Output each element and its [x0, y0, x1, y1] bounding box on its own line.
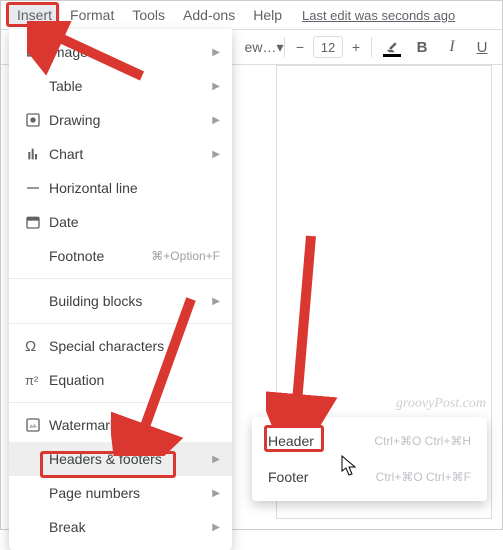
toolbar-separator	[371, 37, 372, 57]
italic-button[interactable]: I	[438, 33, 466, 61]
font-size-plus[interactable]: +	[347, 39, 365, 55]
chevron-right-icon: ▶	[212, 81, 220, 92]
menu-item-equation[interactable]: π² Equation	[9, 363, 232, 397]
menu-item-footnote[interactable]: Footnote ⌘+Option+F	[9, 239, 232, 273]
headers-footers-submenu: Header Ctrl+⌘O Ctrl+⌘H Footer Ctrl+⌘O Ct…	[252, 417, 487, 501]
font-size-value[interactable]: 12	[313, 36, 343, 58]
style-dropdown[interactable]: ew… ▾	[250, 33, 278, 61]
chevron-right-icon: ▶	[212, 115, 220, 126]
submenu-item-header[interactable]: Header Ctrl+⌘O Ctrl+⌘H	[252, 423, 487, 459]
chevron-right-icon: ▶	[212, 488, 220, 499]
menu-tools[interactable]: Tools	[124, 3, 173, 27]
watermark-label: groovyPost.com	[396, 396, 486, 412]
menu-addons[interactable]: Add-ons	[175, 3, 243, 27]
mouse-cursor-icon	[341, 455, 359, 480]
toolbar-separator	[284, 37, 285, 57]
menu-item-page-numbers[interactable]: Page numbers ▶	[9, 476, 232, 510]
drawing-icon	[25, 112, 49, 128]
menu-separator	[9, 323, 232, 324]
chevron-right-icon: ▶	[212, 149, 220, 160]
chevron-right-icon: ▶	[212, 454, 220, 465]
bold-button[interactable]: B	[408, 33, 436, 61]
last-edit-label[interactable]: Last edit was seconds ago	[302, 8, 455, 23]
menu-separator	[9, 278, 232, 279]
menu-item-watermark[interactable]: Watermark	[9, 408, 232, 442]
underline-button[interactable]: U	[468, 33, 496, 61]
submenu-item-footer[interactable]: Footer Ctrl+⌘O Ctrl+⌘F	[252, 459, 487, 495]
menu-item-building-blocks[interactable]: Building blocks ▶	[9, 284, 232, 318]
chevron-right-icon: ▶	[212, 47, 220, 58]
menu-separator	[9, 402, 232, 403]
menu-bar: Insert Format Tools Add-ons Help Last ed…	[1, 1, 502, 29]
image-icon	[25, 44, 49, 60]
menu-item-image[interactable]: Image ▶	[9, 35, 232, 69]
watermark-icon	[25, 417, 49, 433]
insert-menu-dropdown: Image ▶ Table ▶ Drawing ▶ Chart ▶ Horizo…	[9, 29, 232, 550]
menu-item-date[interactable]: Date	[9, 205, 232, 239]
chevron-right-icon: ▶	[212, 522, 220, 533]
highlight-icon	[385, 40, 399, 54]
menu-insert[interactable]: Insert	[9, 3, 60, 27]
date-icon	[25, 214, 49, 230]
font-size-control[interactable]: − 12 +	[291, 36, 365, 58]
chevron-right-icon: ▶	[212, 296, 220, 307]
menu-item-drawing[interactable]: Drawing ▶	[9, 103, 232, 137]
menu-item-horizontal-line[interactable]: Horizontal line	[9, 171, 232, 205]
menu-help[interactable]: Help	[245, 3, 290, 27]
chart-icon	[25, 146, 49, 162]
pi-icon: π²	[25, 373, 49, 388]
omega-icon: Ω	[25, 338, 49, 355]
menu-format[interactable]: Format	[62, 3, 122, 27]
menu-item-chart[interactable]: Chart ▶	[9, 137, 232, 171]
menu-item-table[interactable]: Table ▶	[9, 69, 232, 103]
menu-item-special-characters[interactable]: Ω Special characters	[9, 329, 232, 363]
font-size-minus[interactable]: −	[291, 39, 309, 55]
menu-item-headers-footers[interactable]: Headers & footers ▶	[9, 442, 232, 476]
line-icon	[25, 180, 49, 196]
menu-item-break[interactable]: Break ▶	[9, 510, 232, 544]
highlight-color-button[interactable]	[378, 33, 406, 61]
